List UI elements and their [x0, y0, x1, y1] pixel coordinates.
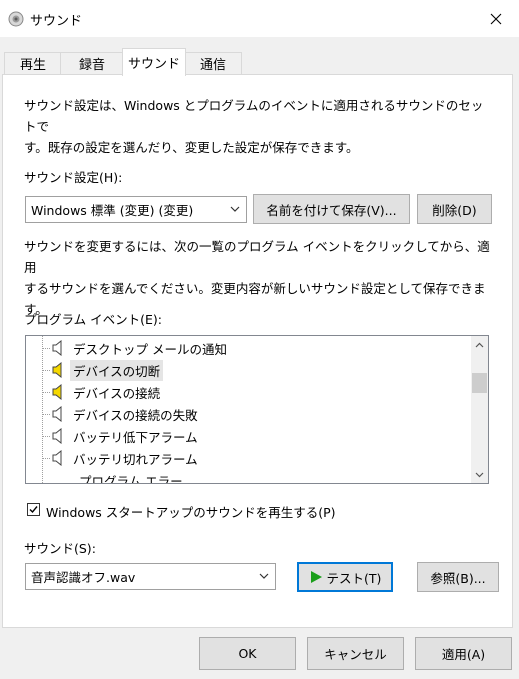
- events-scrollbar[interactable]: [471, 336, 488, 483]
- tree-branch: [43, 436, 51, 437]
- checkmark-icon: [29, 506, 38, 514]
- scroll-up-button[interactable]: [471, 336, 488, 353]
- title-bar: サウンド: [0, 0, 519, 37]
- delete-button[interactable]: 削除(D): [417, 194, 492, 224]
- scheme-select[interactable]: Windows 標準 (変更) (変更): [25, 196, 247, 223]
- list-item[interactable]: デスクトップ メールの通知: [52, 337, 230, 359]
- events-label: プログラム イベント(E):: [24, 312, 162, 327]
- list-item-label: デバイスの接続の失敗: [73, 407, 198, 423]
- startup-sound-label[interactable]: Windows スタートアップのサウンドを再生する(P): [46, 502, 336, 521]
- sound-selected-value: 音声認識オフ.wav: [31, 570, 136, 585]
- speaker-icon: [52, 340, 62, 356]
- test-label: テスト(T): [326, 570, 382, 586]
- delete-label: 削除(D): [432, 202, 477, 218]
- scheme-selected-value: Windows 標準 (変更) (変更): [31, 203, 194, 218]
- tab-label: 録音: [78, 58, 105, 73]
- speaker-icon: [52, 362, 62, 378]
- list-item-label: バッテリ低下アラーム: [73, 429, 198, 445]
- speaker-icon: [52, 406, 62, 422]
- tab-sounds[interactable]: サウンド: [122, 48, 186, 76]
- tree-branch: [43, 414, 51, 415]
- save-as-button[interactable]: 名前を付けて保存(V)...: [253, 194, 410, 224]
- chevron-down-icon: [475, 472, 484, 477]
- tree-line: [42, 336, 43, 483]
- tab-label: サウンド: [127, 57, 180, 72]
- tab-recording[interactable]: 録音: [60, 52, 124, 74]
- chevron-down-icon: [230, 206, 240, 212]
- list-item-label: デバイスの接続: [73, 385, 161, 401]
- startup-sound-checkbox[interactable]: [27, 503, 40, 516]
- speaker-icon: [52, 384, 62, 400]
- list-item[interactable]: バッテリ切れアラーム: [52, 447, 201, 469]
- tab-label: 再生: [19, 58, 46, 73]
- tree-branch: [43, 392, 51, 393]
- events-listbox[interactable]: デスクトップ メールの通知 デバイスの切断 デバイスの接続 デバイスの接続の失敗…: [25, 335, 489, 484]
- list-item-label: バッテリ切れアラーム: [73, 451, 198, 467]
- list-item[interactable]: バッテリ低下アラーム: [52, 425, 201, 447]
- speaker-icon: [52, 450, 62, 466]
- intro-line: サウンド設定は、Windows とプログラムのイベントに適用されるサウンドのセッ…: [24, 98, 484, 134]
- tab-playback[interactable]: 再生: [4, 52, 62, 74]
- tree-branch: [43, 370, 51, 371]
- tab-strip: 再生 録音 サウンド 通信: [0, 48, 519, 76]
- sound-select[interactable]: 音声認識オフ.wav: [25, 563, 276, 590]
- list-item[interactable]: デバイスの接続: [52, 381, 163, 403]
- scroll-thumb[interactable]: [472, 373, 487, 393]
- save-as-label: 名前を付けて保存(V)...: [266, 202, 397, 218]
- instructions-line: するサウンドを選んでください。変更内容が新しいサウンド設定として保存できま: [24, 281, 486, 296]
- ok-button[interactable]: OK: [199, 637, 296, 670]
- speaker-app-icon: [8, 11, 24, 27]
- instructions-text: サウンドを変更するには、次の一覧のプログラム イベントをクリックしてから、適用 …: [24, 236, 494, 320]
- cancel-button[interactable]: キャンセル: [307, 637, 404, 670]
- chevron-up-icon: [475, 342, 484, 347]
- list-item[interactable]: プログラム エラー: [76, 469, 186, 484]
- chevron-down-icon: [259, 573, 269, 579]
- intro-text: サウンド設定は、Windows とプログラムのイベントに適用されるサウンドのセッ…: [24, 95, 494, 158]
- close-button[interactable]: [473, 0, 519, 37]
- sound-label: サウンド(S):: [24, 541, 96, 556]
- tab-label: 通信: [199, 58, 226, 73]
- tree-branch: [43, 348, 51, 349]
- browse-button[interactable]: 参照(B)...: [417, 562, 499, 592]
- list-item[interactable]: デバイスの切断: [52, 359, 164, 381]
- scheme-label: サウンド設定(H):: [24, 170, 123, 185]
- tree-branch: [43, 458, 51, 459]
- window-title: サウンド: [30, 14, 83, 29]
- browse-label: 参照(B)...: [430, 570, 486, 586]
- apply-label: 適用(A): [441, 647, 486, 662]
- close-icon: [490, 13, 502, 24]
- list-item-label: デバイスの切断: [70, 359, 164, 381]
- speaker-icon: [52, 428, 62, 444]
- play-icon: [310, 571, 322, 583]
- ok-label: OK: [238, 646, 257, 661]
- apply-button[interactable]: 適用(A): [415, 637, 512, 670]
- list-item-label: デスクトップ メールの通知: [73, 341, 227, 357]
- cancel-label: キャンセル: [324, 647, 387, 662]
- scroll-down-button[interactable]: [471, 466, 488, 483]
- list-item-label: プログラム エラー: [79, 473, 183, 484]
- instructions-line: サウンドを変更するには、次の一覧のプログラム イベントをクリックしてから、適用: [24, 239, 490, 275]
- list-item[interactable]: デバイスの接続の失敗: [52, 403, 201, 425]
- test-button[interactable]: テスト(T): [297, 562, 393, 592]
- intro-line: す。既存の設定を選んだり、変更した設定が保存できます。: [24, 140, 359, 155]
- tab-communications[interactable]: 通信: [184, 52, 242, 74]
